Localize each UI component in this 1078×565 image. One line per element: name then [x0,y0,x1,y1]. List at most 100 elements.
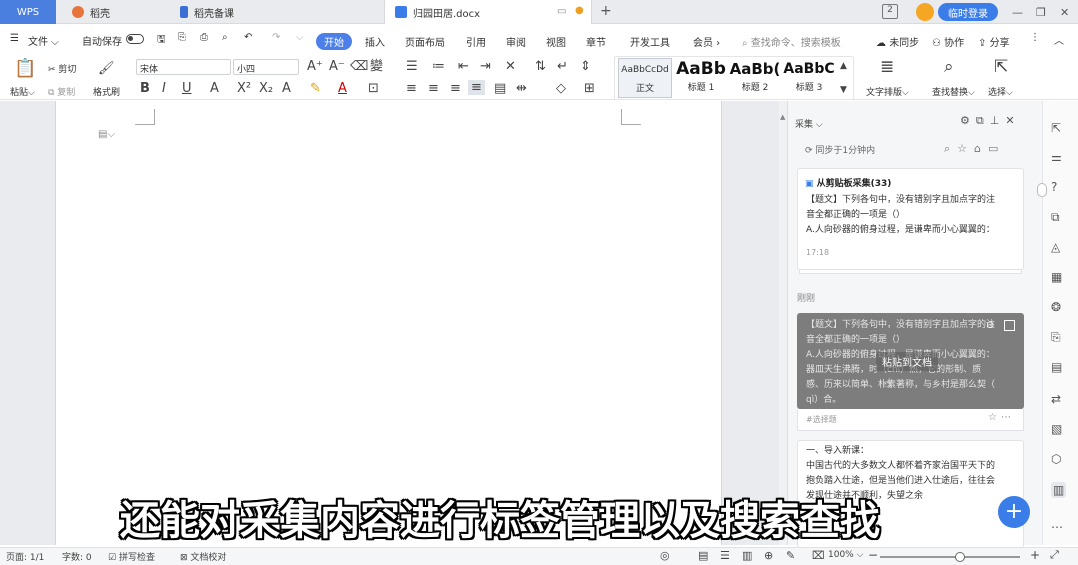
font-shrink-icon[interactable]: A⁻ [329,60,345,73]
find-replace-button[interactable]: 查找替换⌵ [932,85,975,98]
sidebar-grid-icon[interactable]: ▦ [1051,270,1062,284]
style-heading-3[interactable]: AaBbC 标题 3 [782,58,836,98]
reading-view-icon[interactable]: ▥ [742,549,752,562]
find-icon[interactable]: ⌕ [944,59,954,76]
sidebar-doc-icon[interactable]: ▤ [1051,360,1062,374]
sidebar-expand-icon[interactable]: ⇱ [1051,121,1061,135]
spell-check-button[interactable]: ☑ 拼写检查 [108,550,155,563]
tab-developer[interactable]: 开发工具 [630,34,670,49]
sidebar-shield-icon[interactable]: ⬡ [1051,452,1061,466]
page-count-badge[interactable]: 2 [882,4,898,19]
sidebar-help-icon[interactable]: ? [1051,180,1057,194]
panel-close-icon[interactable]: ✕ [1005,114,1020,127]
proofread-button[interactable]: ⊠ 文档校对 [180,550,226,563]
folder-icon[interactable]: ▭ [988,142,1005,155]
style-heading-2[interactable]: AaBb( 标题 2 [728,58,782,98]
fit-icon[interactable]: ⌧ [812,549,825,562]
tab-review[interactable]: 审阅 [506,34,526,49]
paste-to-doc-button[interactable]: 粘贴到文档 [876,352,938,371]
clear-format-icon[interactable]: ⌫ [350,60,368,73]
align-center-icon[interactable]: ≡ [428,82,439,95]
zoom-slider[interactable] [880,556,1020,558]
italic-icon[interactable]: I [162,82,166,95]
copy-button[interactable]: ⧉ 复制 [48,85,75,98]
document-page[interactable] [55,101,722,545]
web-view-icon[interactable]: ⊕ [764,549,773,562]
tag-icon[interactable]: ⌂ [974,142,988,155]
sidebar-collection-icon[interactable]: ▥ [1051,482,1067,498]
justify-icon[interactable]: ≡ [468,80,485,95]
font-grow-icon[interactable]: A⁺ [307,60,323,73]
zoom-in-button[interactable]: + [1030,548,1040,562]
sidebar-adjust-icon[interactable]: ⚌ [1051,150,1062,164]
tab-home[interactable]: 开始 [316,33,352,50]
show-marks-icon[interactable]: ↵ [557,60,568,73]
zoom-level[interactable]: 100% ⌵ [828,550,863,560]
collapse-ribbon-icon[interactable]: ︿ [1054,32,1064,47]
superscript-icon[interactable]: X² [237,82,251,95]
strikethrough-icon[interactable]: A [210,82,219,95]
new-tab-button[interactable]: + [600,3,612,19]
sidebar-image-icon[interactable]: ▧ [1051,422,1062,436]
underline-icon[interactable]: U [182,82,192,95]
monitor-icon[interactable]: ▭ [557,6,566,17]
font-name-select[interactable]: 宋体 [136,59,231,75]
format-painter-button[interactable]: 格式刷 [93,85,120,98]
scroll-up-icon[interactable]: ▲ [780,113,786,121]
paste-icon[interactable]: 📋 [14,60,36,78]
command-search[interactable]: ⌕ 查找命令、搜索模板 [742,34,841,49]
wps-home-tab[interactable]: WPS [0,0,56,24]
chinese-layout-icon[interactable]: ✕ [505,60,516,73]
panel-collapse-handle[interactable] [1037,183,1047,197]
style-heading-1[interactable]: AaBb 标题 1 [674,58,728,98]
style-scroll-up-icon[interactable]: ▲ [840,62,847,71]
highlight-icon[interactable]: ✎ [310,82,321,95]
autosave-toggle[interactable] [126,34,144,44]
save-icon[interactable]: 🖫 [157,32,166,49]
print-preview-icon[interactable]: ⌕ [222,32,228,43]
pinyin-icon[interactable]: 變 [370,60,383,73]
panel-title[interactable]: 采集 ⌵ [795,117,823,130]
sidebar-bucket-icon[interactable]: ◬ [1051,240,1060,254]
add-button[interactable]: + [998,496,1030,528]
paste-button[interactable]: 粘贴⌵ [10,85,35,98]
font-size-select[interactable]: 小四 [233,59,299,75]
tab-member[interactable]: 会员 › [693,34,720,49]
card-locate-icon[interactable]: ⊙ [986,320,994,331]
star-icon[interactable]: ☆ [957,142,974,155]
select-button[interactable]: 选择⌵ [988,85,1013,98]
font-color-icon[interactable]: A [338,82,347,95]
shading-icon[interactable]: ◇ [556,82,566,95]
redo-icon[interactable]: ↷ [272,32,280,43]
more-icon[interactable]: ⋮ [1030,32,1040,43]
minimize-icon[interactable]: — [1012,3,1023,21]
zoom-out-button[interactable]: − [868,548,878,562]
favorite-star-icon[interactable]: ☆ [988,412,1001,423]
align-left-icon[interactable]: ≡ [406,82,417,95]
share-button[interactable]: ⇪ 分享 [978,34,1010,49]
card-checkbox[interactable] [1004,320,1015,331]
eye-protect-icon[interactable]: ◎ [660,549,670,562]
tab-chapter[interactable]: 章节 [586,34,606,49]
distribute-icon[interactable]: ▤ [494,82,506,95]
restore-icon[interactable]: ❐ [1036,3,1046,21]
columns-icon[interactable]: ⇹ [516,82,527,95]
tab-daoke-beike[interactable]: 稻壳备课 [170,0,378,24]
page-indicator[interactable]: 页面: 1/1 [6,550,44,563]
document-scrollbar[interactable]: ▲ [779,101,787,545]
close-icon[interactable]: ✕ [1060,3,1069,21]
card-more-icon[interactable]: ⋯ [1001,412,1015,423]
export-pdf-icon[interactable]: ⎘ [178,32,186,43]
sidebar-translate-icon[interactable]: ⇄ [1051,392,1061,406]
text-effect-icon[interactable]: A [282,82,291,95]
paragraph-handle-icon[interactable]: ▤⌵ [98,129,115,140]
border-icon[interactable]: ⊞ [584,82,595,95]
char-border-icon[interactable]: ⊡ [368,82,379,95]
sidebar-shapes-icon[interactable]: ⧉ [1051,210,1060,225]
card-tag[interactable]: #选择题 [806,414,837,425]
word-count[interactable]: 字数: 0 [62,550,92,563]
line-spacing-icon[interactable]: ⇕ [580,60,591,73]
tab-insert[interactable]: 插入 [365,34,385,49]
sidebar-more-icon[interactable]: ⋯ [1051,520,1063,534]
tab-page-layout[interactable]: 页面布局 [405,34,445,49]
